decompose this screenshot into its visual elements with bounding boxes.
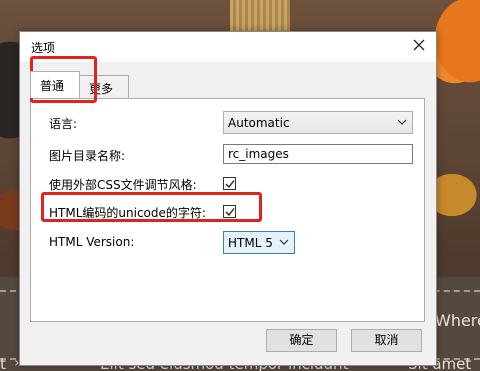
background-text: t [0,355,6,371]
options-dialog: 选项 普通 更多 语言: Automatic 图片目录名称: 使用外部CSS文件… [19,31,437,366]
background-pasta [230,0,290,34]
html-version-select[interactable]: HTML 5 [223,231,295,254]
external-css-checkbox[interactable] [223,177,236,190]
image-dir-label: 图片目录名称: [49,149,126,163]
image-dir-input[interactable] [224,145,412,163]
external-css-label: 使用外部CSS文件调节风格: [49,178,197,192]
html-unicode-label: HTML编码的unicode的字符: [49,206,206,220]
html-version-select-value: HTML 5 [228,236,273,250]
tab-panel-general: 语言: Automatic 图片目录名称: 使用外部CSS文件调节风格: HTM… [30,98,425,322]
language-label: 语言: [49,117,78,131]
background-text: Where [435,311,480,330]
html-unicode-checkbox[interactable] [223,205,236,218]
tab-more[interactable]: 更多 [79,75,129,99]
image-dir-field[interactable] [223,144,413,164]
close-icon[interactable] [410,36,428,54]
html-version-label: HTML Version: [49,235,135,249]
language-select-value: Automatic [228,116,290,130]
cancel-button[interactable]: 取消 [351,329,422,352]
dialog-title: 选项 [31,41,56,55]
chevron-down-icon [279,236,289,251]
chevron-down-icon [397,116,407,131]
ok-button[interactable]: 确定 [266,329,337,352]
tab-general-label: 普通 [40,79,65,93]
tab-more-label: 更多 [89,82,114,96]
dialog-titlebar[interactable]: 选项 [20,32,436,62]
tab-general[interactable]: 普通 [30,71,80,98]
language-select[interactable]: Automatic [223,111,413,134]
